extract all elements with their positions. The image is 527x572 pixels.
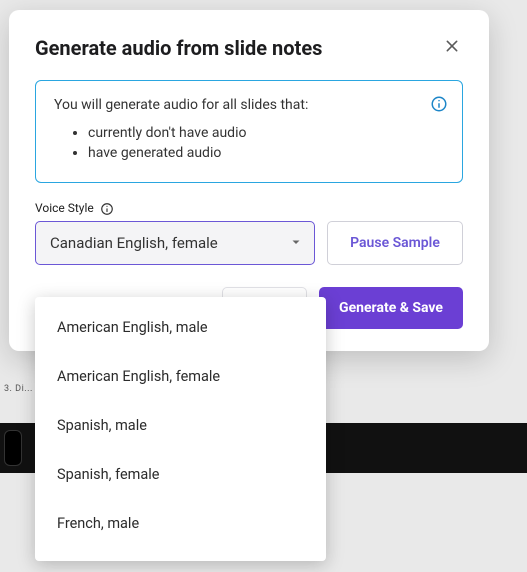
background-caption: 3. Di... xyxy=(4,384,33,394)
voice-style-dropdown[interactable]: American English, male American English,… xyxy=(35,297,326,561)
voice-option[interactable]: American English, male xyxy=(35,303,326,352)
voice-option[interactable]: French, male xyxy=(35,499,326,548)
close-icon xyxy=(444,38,460,58)
voice-option[interactable]: Spanish, female xyxy=(35,450,326,499)
voice-style-selected-value: Canadian English, female xyxy=(50,234,218,252)
modal-header: Generate audio from slide notes xyxy=(35,36,463,60)
generate-save-button[interactable]: Generate & Save xyxy=(319,287,463,329)
pause-sample-button[interactable]: Pause Sample xyxy=(327,221,463,265)
info-icon xyxy=(430,95,448,113)
voice-controls-row: Canadian English, female Pause Sample xyxy=(35,221,463,265)
info-lead-text: You will generate audio for all slides t… xyxy=(54,97,444,113)
voice-option[interactable]: American English, female xyxy=(35,352,326,401)
modal-title: Generate audio from slide notes xyxy=(35,36,322,60)
voice-style-label-row: Voice Style xyxy=(35,201,463,215)
info-box: You will generate audio for all slides t… xyxy=(35,80,463,183)
info-bullet: have generated audio xyxy=(88,143,444,163)
info-bullet: currently don't have audio xyxy=(88,123,444,143)
close-button[interactable] xyxy=(441,37,463,59)
generate-save-label: Generate & Save xyxy=(339,300,443,316)
pause-sample-label: Pause Sample xyxy=(350,235,440,251)
caret-down-icon xyxy=(290,234,302,252)
voice-style-select[interactable]: Canadian English, female xyxy=(35,221,315,265)
background-knob xyxy=(4,430,22,466)
voice-option[interactable]: Spanish, male xyxy=(35,401,326,450)
info-bullet-list: currently don't have audio have generate… xyxy=(54,123,444,164)
help-icon[interactable] xyxy=(100,201,114,215)
voice-style-label: Voice Style xyxy=(35,201,94,215)
